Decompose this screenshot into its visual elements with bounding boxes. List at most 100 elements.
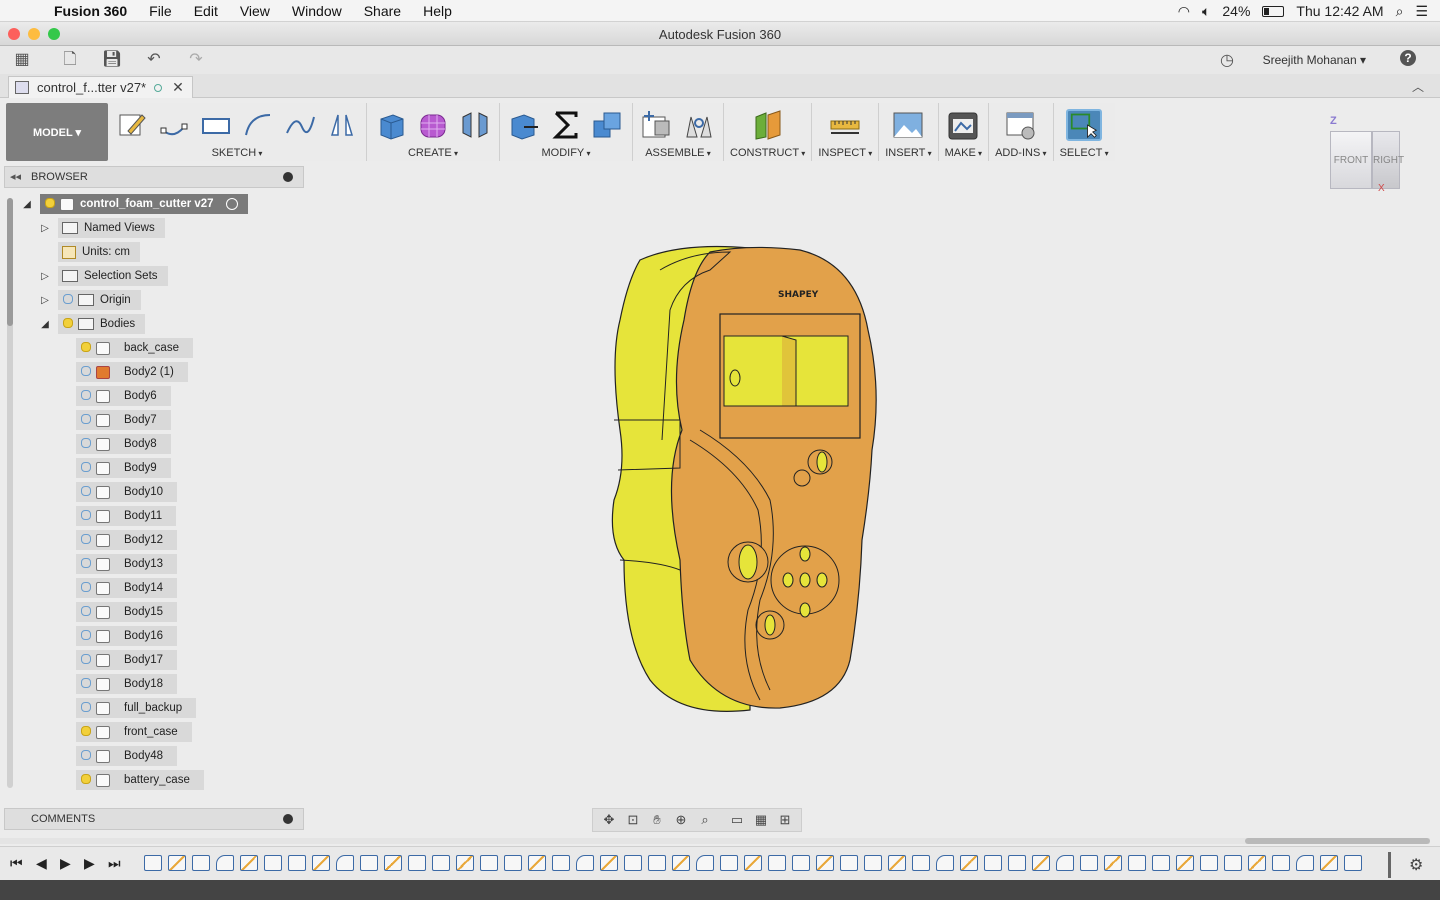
save-icon[interactable]: 💾︎ bbox=[102, 50, 122, 70]
timeline-feature-icon[interactable] bbox=[432, 855, 450, 871]
tree-body-item[interactable]: battery_case bbox=[76, 770, 204, 790]
create-sketch-icon[interactable] bbox=[114, 109, 150, 141]
visibility-bulb-icon[interactable] bbox=[80, 438, 91, 450]
timeline-feature-icon[interactable] bbox=[888, 855, 906, 871]
timeline-feature-icon[interactable] bbox=[1080, 855, 1098, 871]
tree-body-item[interactable]: Body8 bbox=[76, 434, 171, 454]
tree-body-item[interactable]: front_case bbox=[76, 722, 192, 742]
sum-icon[interactable] bbox=[548, 109, 584, 141]
spline-icon[interactable] bbox=[282, 109, 318, 141]
modify-menu[interactable]: MODIFY bbox=[541, 147, 590, 159]
timeline-feature-icon[interactable] bbox=[792, 855, 810, 871]
menu-app[interactable]: Fusion 360 bbox=[54, 3, 127, 19]
timeline-feature-icon[interactable] bbox=[456, 855, 474, 871]
timeline-feature-icon[interactable] bbox=[816, 855, 834, 871]
visibility-bulb-icon[interactable] bbox=[80, 630, 91, 642]
visibility-bulb-icon[interactable] bbox=[80, 750, 91, 762]
rectangle-icon[interactable] bbox=[198, 109, 234, 141]
timeline-last-icon[interactable]: ⏭︎ bbox=[108, 855, 121, 872]
collapse-browser-icon[interactable]: ◂◂ bbox=[10, 170, 21, 183]
measure-icon[interactable] bbox=[827, 109, 863, 141]
timeline-feature-icon[interactable] bbox=[288, 855, 306, 871]
redo-icon[interactable]: ↷ bbox=[186, 50, 206, 70]
select-icon[interactable] bbox=[1066, 109, 1103, 141]
tree-origin[interactable]: ▷ Origin bbox=[38, 290, 141, 310]
visibility-bulb-icon[interactable] bbox=[80, 678, 91, 690]
visibility-bulb-icon[interactable] bbox=[80, 726, 91, 738]
offset-plane-icon[interactable] bbox=[750, 109, 786, 141]
timeline-first-icon[interactable]: ⏮︎ bbox=[10, 855, 23, 872]
timeline-feature-icon[interactable] bbox=[1344, 855, 1362, 871]
timeline-feature-icon[interactable] bbox=[1152, 855, 1170, 871]
undo-icon[interactable]: ↶ bbox=[144, 50, 164, 70]
tree-body-item[interactable]: Body9 bbox=[76, 458, 171, 478]
tree-selection-sets[interactable]: ▷ Selection Sets bbox=[38, 266, 168, 286]
grid-settings-icon[interactable]: ▦ bbox=[751, 811, 771, 829]
visibility-bulb-icon[interactable] bbox=[80, 606, 91, 618]
timeline-feature-icon[interactable] bbox=[504, 855, 522, 871]
visibility-bulb-icon[interactable] bbox=[80, 702, 91, 714]
timeline-feature-icon[interactable] bbox=[912, 855, 930, 871]
help-icon[interactable]: ? bbox=[1400, 50, 1416, 66]
timeline-feature-icon[interactable] bbox=[1032, 855, 1050, 871]
timeline-feature-icon[interactable] bbox=[720, 855, 738, 871]
close-tab-icon[interactable]: ✕ bbox=[172, 79, 184, 96]
timeline-feature-icon[interactable] bbox=[360, 855, 378, 871]
mirror-sketch-icon[interactable] bbox=[324, 109, 360, 141]
battery-icon[interactable] bbox=[1262, 5, 1285, 17]
assemble-menu[interactable]: ASSEMBLE bbox=[645, 147, 711, 159]
timeline-feature-icon[interactable] bbox=[480, 855, 498, 871]
file-menu-icon[interactable]: 🗋︎ bbox=[60, 50, 80, 70]
expand-triangle-icon[interactable]: ▷ bbox=[38, 271, 52, 282]
timeline-feature-icon[interactable] bbox=[1008, 855, 1026, 871]
visibility-bulb-icon[interactable] bbox=[44, 198, 55, 210]
timeline-feature-icon[interactable] bbox=[1200, 855, 1218, 871]
collapse-chevron-icon[interactable]: ︿ bbox=[1412, 78, 1424, 95]
workspace-switcher[interactable]: MODEL ▾ bbox=[6, 103, 108, 161]
tree-root[interactable]: ◢ control_foam_cutter v27 bbox=[20, 194, 248, 214]
timeline-feature-icon[interactable] bbox=[672, 855, 690, 871]
menu-edit[interactable]: Edit bbox=[194, 3, 218, 19]
tree-body-item[interactable]: Body13 bbox=[76, 554, 178, 574]
3d-print-icon[interactable] bbox=[945, 109, 981, 141]
create-menu[interactable]: CREATE bbox=[408, 147, 458, 159]
timeline-feature-icon[interactable] bbox=[408, 855, 426, 871]
tree-body-item[interactable]: Body15 bbox=[76, 602, 178, 622]
clock[interactable]: Thu 12:42 AM bbox=[1296, 3, 1383, 19]
visibility-bulb-icon[interactable] bbox=[80, 582, 91, 594]
combine-icon[interactable] bbox=[590, 109, 626, 141]
view-cube-right[interactable]: RIGHT bbox=[1372, 131, 1404, 189]
timeline-scrollbar[interactable] bbox=[0, 838, 1430, 844]
orbit-icon[interactable]: ✥ bbox=[599, 811, 619, 829]
collapse-triangle-icon[interactable]: ◢ bbox=[38, 319, 52, 330]
timeline-feature-icon[interactable] bbox=[384, 855, 402, 871]
tree-body-item[interactable]: Body18 bbox=[76, 674, 178, 694]
visibility-bulb-icon[interactable] bbox=[80, 534, 91, 546]
spotlight-icon[interactable]: ⌕ bbox=[1396, 3, 1404, 20]
select-menu[interactable]: SELECT bbox=[1060, 147, 1109, 159]
visibility-bulb-icon[interactable] bbox=[80, 414, 91, 426]
timeline-feature-icon[interactable] bbox=[600, 855, 618, 871]
line-icon[interactable] bbox=[156, 109, 192, 141]
timeline-marker[interactable] bbox=[1388, 852, 1391, 878]
volume-icon[interactable]: 🔈︎ bbox=[1202, 3, 1210, 20]
timeline-feature-icon[interactable] bbox=[744, 855, 762, 871]
arc-icon[interactable] bbox=[240, 109, 276, 141]
construct-menu[interactable]: CONSTRUCT bbox=[730, 147, 805, 159]
tree-body-item[interactable]: Body2 (1) bbox=[76, 362, 188, 382]
timeline-feature-icon[interactable] bbox=[768, 855, 786, 871]
timeline-feature-icon[interactable] bbox=[336, 855, 354, 871]
menu-share[interactable]: Share bbox=[364, 3, 401, 19]
visibility-bulb-icon[interactable] bbox=[80, 654, 91, 666]
visibility-bulb-icon[interactable] bbox=[80, 462, 91, 474]
sketch-menu[interactable]: SKETCH bbox=[212, 147, 263, 159]
tree-bodies[interactable]: ◢ Bodies bbox=[38, 314, 146, 334]
extrude-icon[interactable] bbox=[373, 109, 409, 141]
browser-header[interactable]: ◂◂ BROWSER bbox=[4, 166, 304, 188]
joint-icon[interactable] bbox=[681, 109, 717, 141]
timeline-feature-icon[interactable] bbox=[864, 855, 882, 871]
timeline-feature-icon[interactable] bbox=[1128, 855, 1146, 871]
look-at-icon[interactable]: ⊡ bbox=[623, 811, 643, 829]
inspect-menu[interactable]: INSPECT bbox=[818, 147, 872, 159]
timeline-feature-icon[interactable] bbox=[1320, 855, 1338, 871]
